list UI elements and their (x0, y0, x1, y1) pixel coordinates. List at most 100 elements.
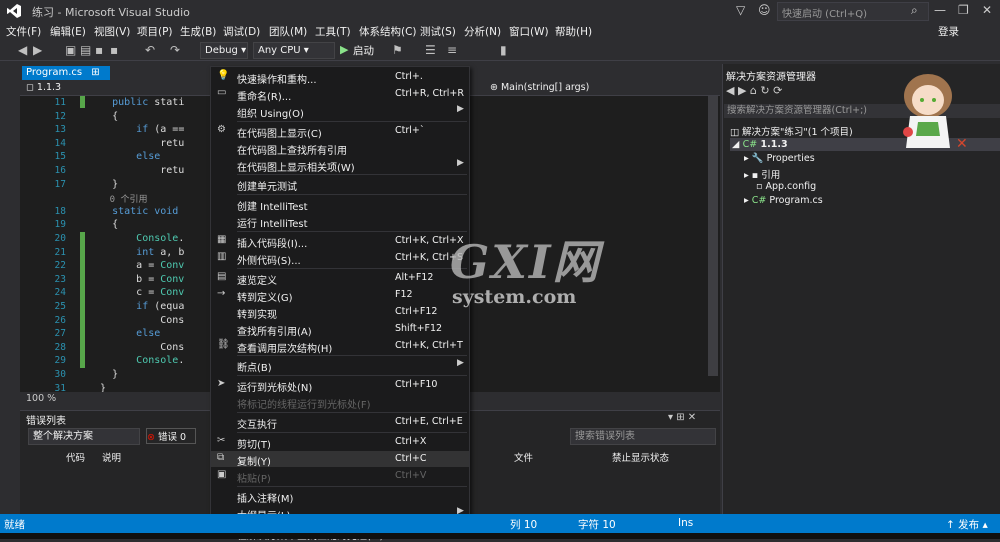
menu-help[interactable]: 帮助(H) (555, 24, 592, 39)
close-button[interactable]: ✕ (982, 3, 992, 17)
context-menu-item[interactable]: ▥ 外侧代码(S)... Ctrl+K, Ctrl+S (211, 250, 469, 267)
context-menu-item[interactable]: 插入注释(M) (211, 488, 469, 505)
server-explorer-strip[interactable] (0, 62, 20, 514)
error-scope-select[interactable]: 整个解决方案 (28, 428, 140, 445)
menu-file[interactable]: 文件(F) (6, 24, 41, 39)
context-menu-item[interactable]: 查找所有引用(A) Shift+F12 (211, 321, 469, 338)
redo-icon[interactable]: ↷ (170, 43, 180, 57)
menu-analyze[interactable]: 分析(N) (464, 24, 501, 39)
column-description[interactable]: 说明 (102, 450, 121, 464)
project-node[interactable]: ◢ C# 1.1.3 (732, 139, 788, 150)
maximize-button[interactable]: ❐ (958, 3, 969, 17)
context-menu-item[interactable]: ✂ 剪切(T) Ctrl+X (211, 434, 469, 451)
code-line[interactable]: } (88, 179, 118, 190)
context-menu-item[interactable]: ▦ 插入代码段(I)... Ctrl+K, Ctrl+X (211, 233, 469, 250)
context-menu-item[interactable]: 断点(B) ▶ (211, 357, 469, 374)
feedback-icon[interactable]: ☺ (758, 3, 771, 17)
format-icon[interactable]: ≡ (447, 43, 457, 57)
code-line[interactable]: { (88, 111, 118, 122)
column-suppression[interactable]: 禁止显示状态 (612, 450, 669, 464)
context-menu-item[interactable]: 在代码图上显示相关项(W) ▶ (211, 157, 469, 174)
login-link[interactable]: 登录 (938, 24, 959, 39)
open-icon[interactable]: ▤ (80, 43, 91, 57)
context-menu-item[interactable]: ⚙ 在代码图上显示(C) Ctrl+` (211, 123, 469, 140)
menu-test[interactable]: 测试(S) (420, 24, 456, 39)
code-line[interactable]: if (equa (88, 301, 184, 312)
tree-item-app-config[interactable]: ▫ App.config (756, 181, 816, 192)
nav-project-select[interactable]: ◻ 1.1.3 (26, 82, 61, 93)
code-line[interactable]: int a, b (88, 247, 184, 258)
code-line[interactable]: 0 个引用 (88, 192, 148, 205)
code-line[interactable]: retu (88, 165, 184, 176)
code-line[interactable]: } (88, 369, 118, 380)
menu-debug[interactable]: 调试(D) (223, 24, 260, 39)
code-line[interactable]: a = Conv (88, 260, 184, 271)
code-line[interactable]: retu (88, 138, 184, 149)
context-menu-item[interactable]: ➤ 运行到光标处(N) Ctrl+F10 (211, 377, 469, 394)
column-file[interactable]: 文件 (514, 450, 533, 464)
context-menu-item[interactable]: 💡 快速操作和重构... Ctrl+. (211, 69, 469, 86)
code-line[interactable]: static void (88, 206, 178, 217)
context-menu-item[interactable]: 运行 IntelliTest (211, 213, 469, 230)
menu-team[interactable]: 团队(M) (269, 24, 307, 39)
code-line[interactable]: Cons (88, 342, 184, 353)
code-line[interactable]: { (88, 219, 118, 230)
bookmark-icon[interactable]: ▮ (500, 43, 507, 57)
code-line[interactable]: c = Conv (88, 287, 184, 298)
minimize-button[interactable]: — (934, 3, 946, 17)
save-icon[interactable]: ▪ (95, 43, 103, 57)
errors-filter-button[interactable]: ⊗ 错误 0 (146, 428, 196, 444)
context-menu-item[interactable]: ▤ 速览定义 Alt+F12 (211, 270, 469, 287)
menu-architecture[interactable]: 体系结构(C) (359, 24, 417, 39)
context-menu-item[interactable]: → 转到定义(G) F12 (211, 287, 469, 304)
context-menu-item[interactable]: ⛓ 查看调用层次结构(H) Ctrl+K, Ctrl+T (211, 338, 469, 355)
start-icon[interactable]: ▶ (340, 43, 348, 56)
config-select[interactable]: Debug ▾ (200, 42, 248, 59)
tree-item-properties[interactable]: ▸ 🔧 Properties (744, 153, 815, 164)
context-menu-item[interactable]: 在代码图上查找所有引用 (211, 140, 469, 157)
start-button[interactable]: 启动 (353, 43, 374, 58)
toolbar-tool-icon[interactable]: ⚑ (392, 43, 403, 57)
nav-member-select[interactable]: ⊛ Main(string[] args) (490, 82, 589, 93)
context-menu-item[interactable]: 创建单元测试 (211, 176, 469, 193)
context-menu-item[interactable]: 组织 Using(O) ▶ (211, 103, 469, 120)
context-menu-item[interactable]: 交互执行 Ctrl+E, Ctrl+E (211, 414, 469, 431)
menu-tools[interactable]: 工具(T) (315, 24, 351, 39)
code-line[interactable]: b = Conv (88, 274, 184, 285)
menu-project[interactable]: 项目(P) (137, 24, 173, 39)
tree-item-references[interactable]: ▸ ▪ 引用 (744, 167, 780, 181)
context-menu-item[interactable]: 转到实现 Ctrl+F12 (211, 304, 469, 321)
menu-build[interactable]: 生成(B) (180, 24, 216, 39)
forward-icon[interactable]: ▶ (33, 43, 42, 57)
back-icon[interactable]: ◀ (18, 43, 27, 57)
column-code[interactable]: 代码 (66, 450, 85, 464)
notification-icon[interactable]: ▽ (736, 3, 745, 17)
tab-program-cs[interactable]: Program.cs ⊞ ✕ (22, 66, 110, 92)
code-line[interactable]: else (88, 151, 160, 162)
panel-controls[interactable]: ▾ ⊞ ✕ (668, 412, 696, 423)
solution-scrollbar[interactable] (708, 158, 716, 258)
new-project-icon[interactable]: ▣ (65, 43, 76, 57)
save-all-icon[interactable]: ▪ (110, 43, 118, 57)
platform-select[interactable]: Any CPU ▾ (253, 42, 335, 59)
menu-window[interactable]: 窗口(W) (509, 24, 549, 39)
menu-view[interactable]: 视图(V) (94, 24, 130, 39)
undo-icon[interactable]: ↶ (145, 43, 155, 57)
zoom-level[interactable]: 100 % (26, 393, 56, 404)
code-line[interactable]: else (88, 328, 160, 339)
search-icon[interactable]: ⌕ (911, 3, 918, 18)
code-line[interactable]: Console. (88, 355, 184, 366)
tree-item-program-cs[interactable]: ▸ C# Program.cs (744, 195, 823, 206)
code-line[interactable]: Cons (88, 315, 184, 326)
context-menu-item[interactable]: ▭ 重命名(R)... Ctrl+R, Ctrl+R (211, 86, 469, 103)
error-search-input[interactable]: 搜索错误列表 (570, 428, 716, 445)
solution-toolbar-icons[interactable]: ◀ ▶ ⌂ ↻ ⟳ (726, 84, 782, 97)
code-line[interactable]: Console. (88, 233, 184, 244)
code-line[interactable]: if (a == (88, 124, 184, 135)
code-line[interactable]: public stati (88, 97, 184, 108)
quick-launch-input[interactable]: 快速启动 (Ctrl+Q) (777, 2, 929, 21)
solution-root[interactable]: ◫ 解决方案"练习"(1 个项目) (730, 124, 853, 138)
context-menu-item[interactable]: ⧉ 复制(Y) Ctrl+C (211, 450, 469, 468)
context-menu-item[interactable]: 创建 IntelliTest (211, 196, 469, 213)
align-icon[interactable]: ☰ (425, 43, 436, 57)
